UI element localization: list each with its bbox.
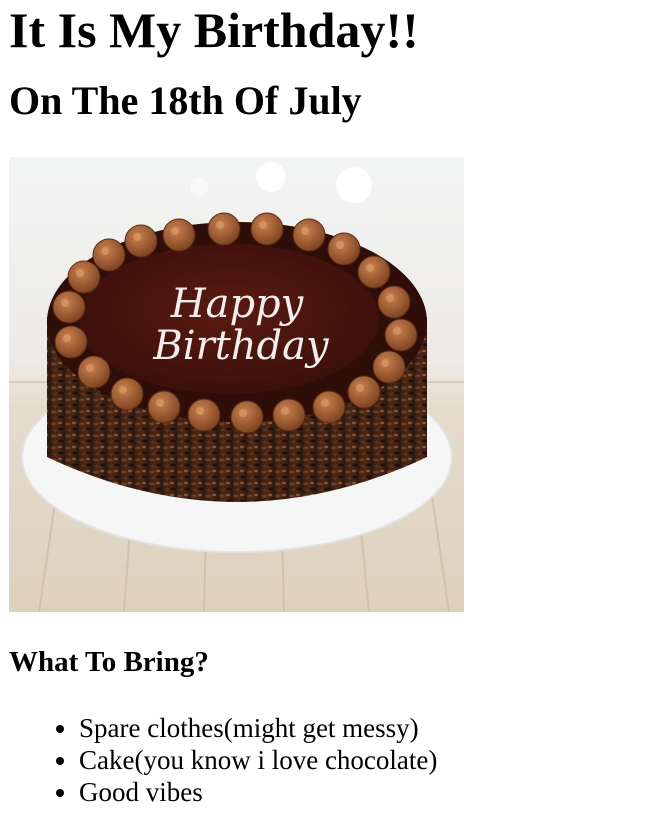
list-item: Good vibes (79, 776, 645, 808)
bring-list: Spare clothes(might get messy) Cake(you … (9, 712, 645, 808)
page-subtitle: On The 18th Of July (9, 78, 362, 123)
page-content: It Is My Birthday!! On The 18th Of July (0, 0, 654, 808)
list-item: Spare clothes(might get messy) (79, 712, 645, 744)
page-title: It Is My Birthday!! (9, 2, 419, 58)
birthday-cake-image: Happy Birthday (9, 157, 464, 612)
cake-text-happy: Happy (170, 281, 305, 327)
list-item: Cake(you know i love chocolate) (79, 744, 645, 776)
bring-heading: What To Bring? (9, 646, 209, 678)
cake-text-birthday: Birthday (152, 323, 330, 369)
